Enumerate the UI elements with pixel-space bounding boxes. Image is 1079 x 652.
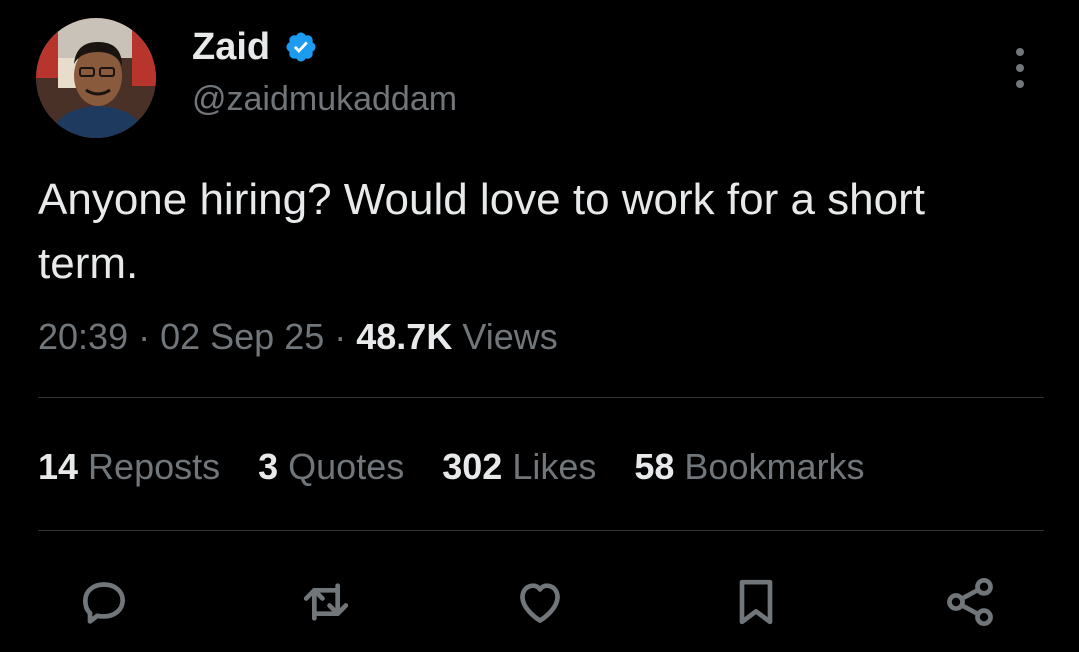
engagement-stats: 14 Reposts 3 Quotes 302 Likes 58 Bookmar…: [38, 446, 864, 488]
author-handle[interactable]: @zaidmukaddam: [192, 82, 457, 116]
share-button[interactable]: [942, 574, 998, 630]
meta-separator: ·: [128, 316, 161, 357]
tweet-date[interactable]: 02 Sep 25: [160, 316, 324, 357]
quotes-stat[interactable]: 3 Quotes: [258, 446, 404, 488]
meta-separator: ·: [324, 316, 357, 357]
quotes-count: 3: [258, 446, 279, 487]
share-icon: [947, 577, 993, 627]
views-label: Views: [452, 316, 558, 357]
repost-icon: [303, 583, 349, 621]
reposts-label: Reposts: [78, 446, 221, 487]
likes-stat[interactable]: 302 Likes: [442, 446, 596, 488]
reposts-count: 14: [38, 446, 79, 487]
repost-button[interactable]: [298, 574, 354, 630]
reposts-stat[interactable]: 14 Reposts: [38, 446, 220, 488]
reply-icon: [83, 582, 125, 624]
likes-label: Likes: [502, 446, 597, 487]
views-count: 48.7K: [356, 316, 453, 357]
verified-badge-icon: [284, 30, 318, 64]
bookmarks-stat[interactable]: 58 Bookmarks: [634, 446, 864, 488]
bookmark-button[interactable]: [728, 574, 784, 630]
bookmarks-label: Bookmarks: [674, 446, 865, 487]
display-name[interactable]: Zaid: [192, 28, 318, 66]
bookmarks-count: 58: [634, 446, 675, 487]
likes-count: 302: [442, 446, 503, 487]
like-button[interactable]: [512, 574, 568, 630]
divider: [38, 530, 1044, 531]
tweet-time[interactable]: 20:39: [38, 316, 128, 357]
tweet-text: Anyone hiring? Would love to work for a …: [38, 175, 925, 288]
more-options-icon[interactable]: [1004, 44, 1036, 92]
quotes-label: Quotes: [278, 446, 405, 487]
heart-icon: [520, 583, 560, 623]
display-name-text: Zaid: [192, 26, 271, 68]
avatar[interactable]: [36, 18, 156, 138]
bookmark-icon: [739, 579, 773, 625]
reply-button[interactable]: [76, 574, 132, 630]
divider: [38, 397, 1044, 398]
tweet-meta: 20:39 · 02 Sep 25 · 48.7K Views: [38, 316, 558, 358]
avatar-photo: [36, 18, 156, 138]
